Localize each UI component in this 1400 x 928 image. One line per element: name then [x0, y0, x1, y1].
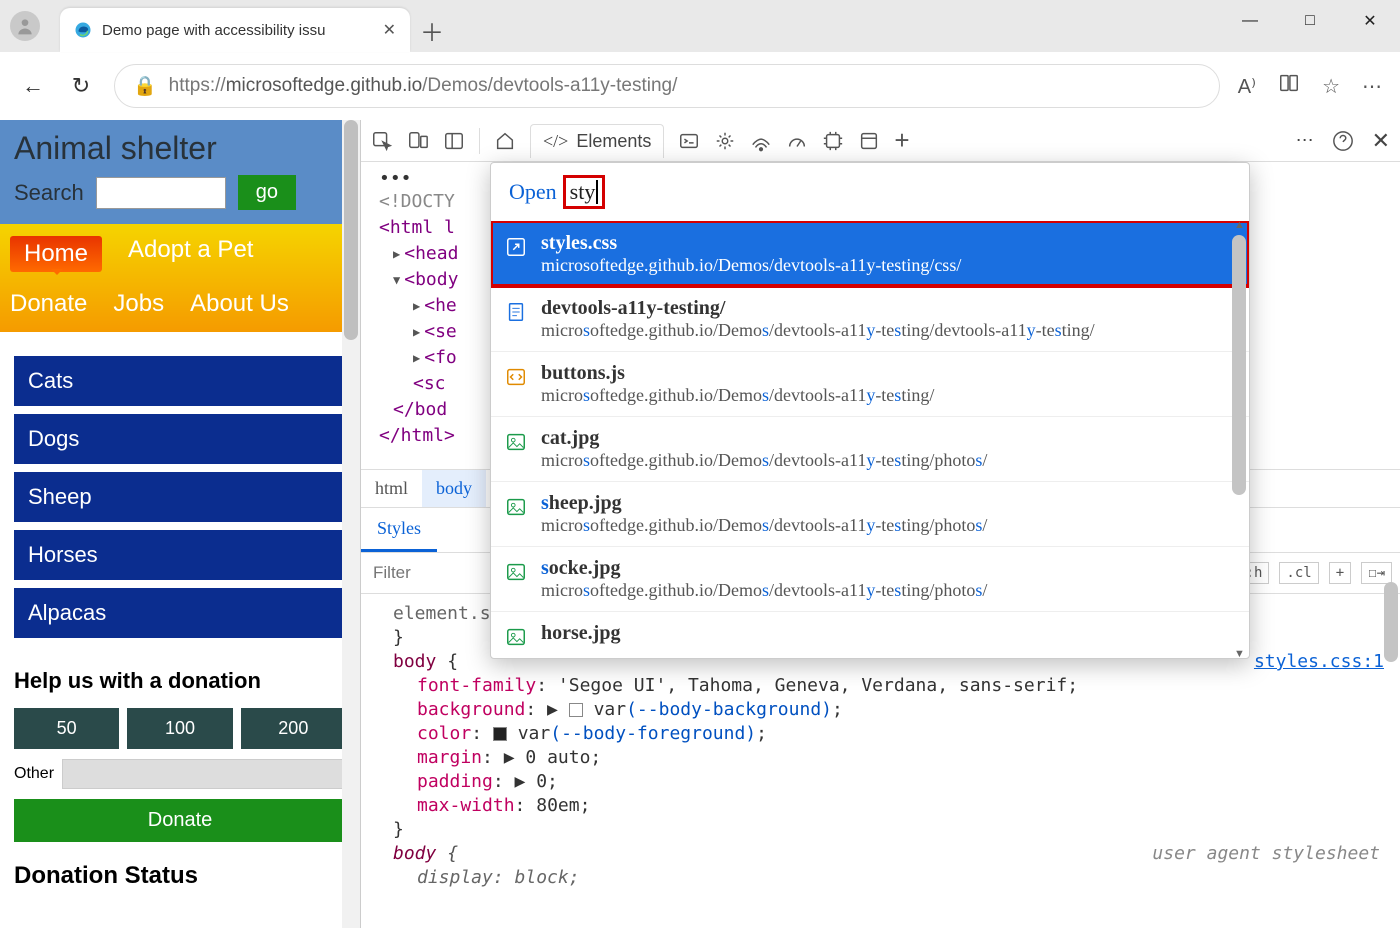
- url-text: https://microsoftedge.github.io/Demos/de…: [169, 75, 678, 97]
- devtools-close-button[interactable]: ✕: [1372, 128, 1390, 154]
- palette-item[interactable]: sheep.jpgmicrosoftedge.github.io/Demos/d…: [491, 481, 1249, 546]
- lock-icon: 🔒: [133, 74, 157, 98]
- favorite-icon[interactable]: ☆: [1322, 74, 1340, 99]
- category-item[interactable]: Cats: [14, 356, 346, 406]
- file-type-icon: [505, 236, 527, 258]
- memory-icon[interactable]: [822, 130, 844, 152]
- primary-nav: Home Adopt a Pet Donate Jobs About Us: [0, 224, 360, 332]
- devtools-toolbar: </> Elements + ⋯ ✕: [361, 120, 1400, 162]
- palette-item[interactable]: styles.cssmicrosoftedge.github.io/Demos/…: [491, 221, 1249, 286]
- computed-toggle-icon[interactable]: ☐⇥: [1361, 562, 1392, 584]
- window-maximize-button[interactable]: □: [1280, 0, 1340, 42]
- reading-mode-icon[interactable]: [1278, 72, 1300, 100]
- palette-open-label: Open: [509, 179, 557, 205]
- search-label: Search: [14, 180, 84, 206]
- donation-heading: Help us with a donation: [14, 668, 346, 694]
- panel-icon[interactable]: [443, 130, 465, 152]
- open-file-palette: Open sty styles.cssmicrosoftedge.github.…: [490, 162, 1250, 659]
- tab-styles[interactable]: Styles: [361, 508, 437, 552]
- profile-avatar[interactable]: [10, 11, 40, 41]
- console-icon[interactable]: [678, 130, 700, 152]
- ua-stylesheet-label: user agent stylesheet: [1152, 842, 1380, 866]
- edge-icon: [74, 21, 92, 39]
- devtools-scrollbar[interactable]: [1384, 582, 1398, 922]
- sources-icon[interactable]: [714, 130, 736, 152]
- amount-button[interactable]: 100: [127, 708, 232, 749]
- crumb-body[interactable]: body: [422, 470, 486, 507]
- page-scrollbar[interactable]: [342, 120, 360, 928]
- device-toggle-icon[interactable]: [407, 130, 429, 152]
- donation-status-heading: Donation Status: [14, 862, 346, 890]
- tab-elements[interactable]: </> Elements: [530, 124, 664, 158]
- close-tab-icon[interactable]: ✕: [383, 20, 396, 40]
- window-minimize-button[interactable]: —: [1220, 0, 1280, 42]
- file-type-icon: [505, 431, 527, 453]
- nav-adopt[interactable]: Adopt a Pet: [128, 236, 253, 272]
- file-type-icon: [505, 626, 527, 648]
- category-item[interactable]: Horses: [14, 530, 346, 580]
- category-item[interactable]: Dogs: [14, 414, 346, 464]
- amount-button[interactable]: 200: [241, 708, 346, 749]
- source-link[interactable]: styles.css:1: [1254, 650, 1384, 674]
- devtools-more-icon[interactable]: ⋯: [1296, 130, 1314, 151]
- palette-item[interactable]: devtools-a11y-testing/microsoftedge.gith…: [491, 286, 1249, 351]
- network-icon[interactable]: [750, 130, 772, 152]
- more-tabs-button[interactable]: +: [894, 125, 909, 156]
- nav-jobs[interactable]: Jobs: [113, 290, 164, 318]
- welcome-icon[interactable]: [494, 130, 516, 152]
- new-style-button[interactable]: +: [1329, 562, 1351, 584]
- go-button[interactable]: go: [238, 175, 296, 210]
- palette-item[interactable]: horse.jpg: [491, 611, 1249, 658]
- palette-item[interactable]: socke.jpgmicrosoftedge.github.io/Demos/d…: [491, 546, 1249, 611]
- file-type-icon: [505, 496, 527, 518]
- new-tab-button[interactable]: ＋: [410, 8, 454, 52]
- address-bar[interactable]: 🔒 https://microsoftedge.github.io/Demos/…: [114, 64, 1220, 108]
- nav-donate[interactable]: Donate: [10, 290, 87, 318]
- palette-input-row[interactable]: Open sty: [491, 163, 1249, 221]
- other-amount-input[interactable]: [62, 759, 346, 789]
- other-label: Other: [14, 765, 54, 783]
- palette-item[interactable]: buttons.jsmicrosoftedge.github.io/Demos/…: [491, 351, 1249, 416]
- tab-title: Demo page with accessibility issu: [102, 22, 325, 39]
- application-icon[interactable]: [858, 130, 880, 152]
- file-type-icon: [505, 366, 527, 388]
- file-type-icon: [505, 561, 527, 583]
- palette-scrollbar[interactable]: ▲▼: [1232, 225, 1246, 654]
- category-item[interactable]: Alpacas: [14, 588, 346, 638]
- performance-icon[interactable]: [786, 130, 808, 152]
- read-aloud-icon[interactable]: A⁾: [1238, 74, 1256, 99]
- palette-item[interactable]: cat.jpgmicrosoftedge.github.io/Demos/dev…: [491, 416, 1249, 481]
- donate-button[interactable]: Donate: [14, 799, 346, 842]
- inspect-icon[interactable]: [371, 130, 393, 152]
- help-icon[interactable]: [1332, 130, 1354, 152]
- amount-button[interactable]: 50: [14, 708, 119, 749]
- palette-query: sty: [563, 175, 606, 209]
- nav-about[interactable]: About Us: [190, 290, 289, 318]
- page-title: Animal shelter: [14, 130, 346, 167]
- category-item[interactable]: Sheep: [14, 472, 346, 522]
- browser-tab[interactable]: Demo page with accessibility issu ✕: [60, 8, 410, 52]
- cls-button[interactable]: .cl: [1279, 562, 1318, 584]
- refresh-button[interactable]: ↻: [66, 73, 96, 99]
- back-button[interactable]: ←: [18, 73, 48, 99]
- crumb-html[interactable]: html: [361, 470, 422, 507]
- more-icon[interactable]: ⋯: [1362, 74, 1382, 99]
- file-type-icon: [505, 301, 527, 323]
- nav-home[interactable]: Home: [10, 236, 102, 272]
- search-input[interactable]: [96, 177, 226, 209]
- window-close-button[interactable]: ✕: [1340, 0, 1400, 42]
